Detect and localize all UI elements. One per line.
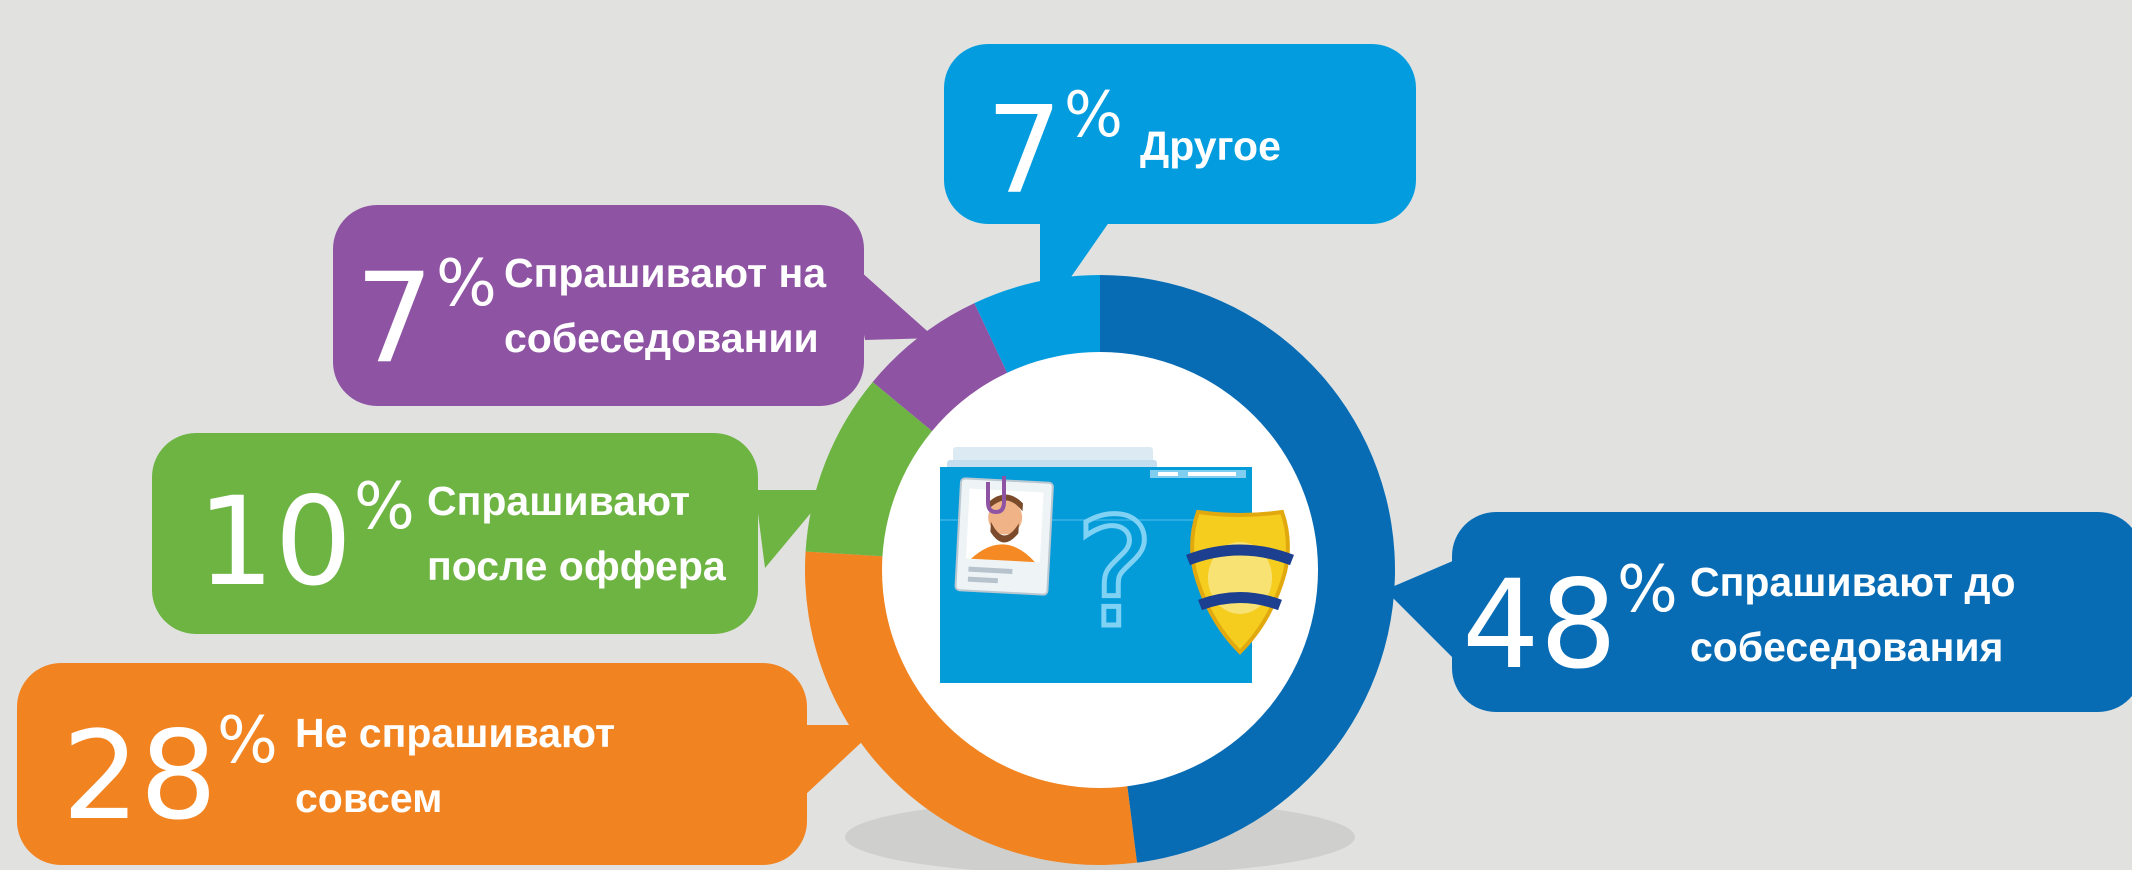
- percent-sign: %: [1064, 78, 1123, 151]
- percent-sign: %: [436, 247, 497, 321]
- callout-label: Спрашивают до собеседования: [1690, 559, 2016, 670]
- percent-sign: %: [217, 704, 278, 778]
- callout-label: Спрашивают на собеседовании: [504, 250, 827, 361]
- svg-text:?: ?: [1075, 487, 1155, 661]
- callout-label: Спрашивают после оффера: [427, 478, 726, 589]
- callout-other: 7 % Другое: [944, 44, 1416, 224]
- background-check-icon: ?: [940, 447, 1294, 683]
- callout-number: 7: [986, 82, 1063, 221]
- callout-label: Другое: [1140, 123, 1281, 169]
- callout-label: Не спрашивают совсем: [295, 710, 616, 821]
- callout-not-asked: 28 % Не спрашивают совсем: [17, 663, 807, 865]
- infographic: ? 7 % Другое 7 % Спрашивают на собеседов…: [0, 0, 2132, 870]
- percent-sign: %: [354, 470, 415, 544]
- callout-number: 48: [1462, 554, 1618, 696]
- pointer-before-interview: [1385, 560, 1455, 660]
- callout-before-interview: 48 % Спрашивают до собеседования: [1452, 512, 2132, 712]
- callout-number: 28: [62, 705, 218, 847]
- callout-after-offer: 10 % Спрашивают после оффера: [152, 433, 758, 634]
- percent-sign: %: [1617, 553, 1678, 627]
- callout-interview: 7 % Спрашивают на собеседовании: [333, 205, 864, 406]
- callout-number: 7: [355, 247, 434, 391]
- callout-number: 10: [197, 471, 353, 613]
